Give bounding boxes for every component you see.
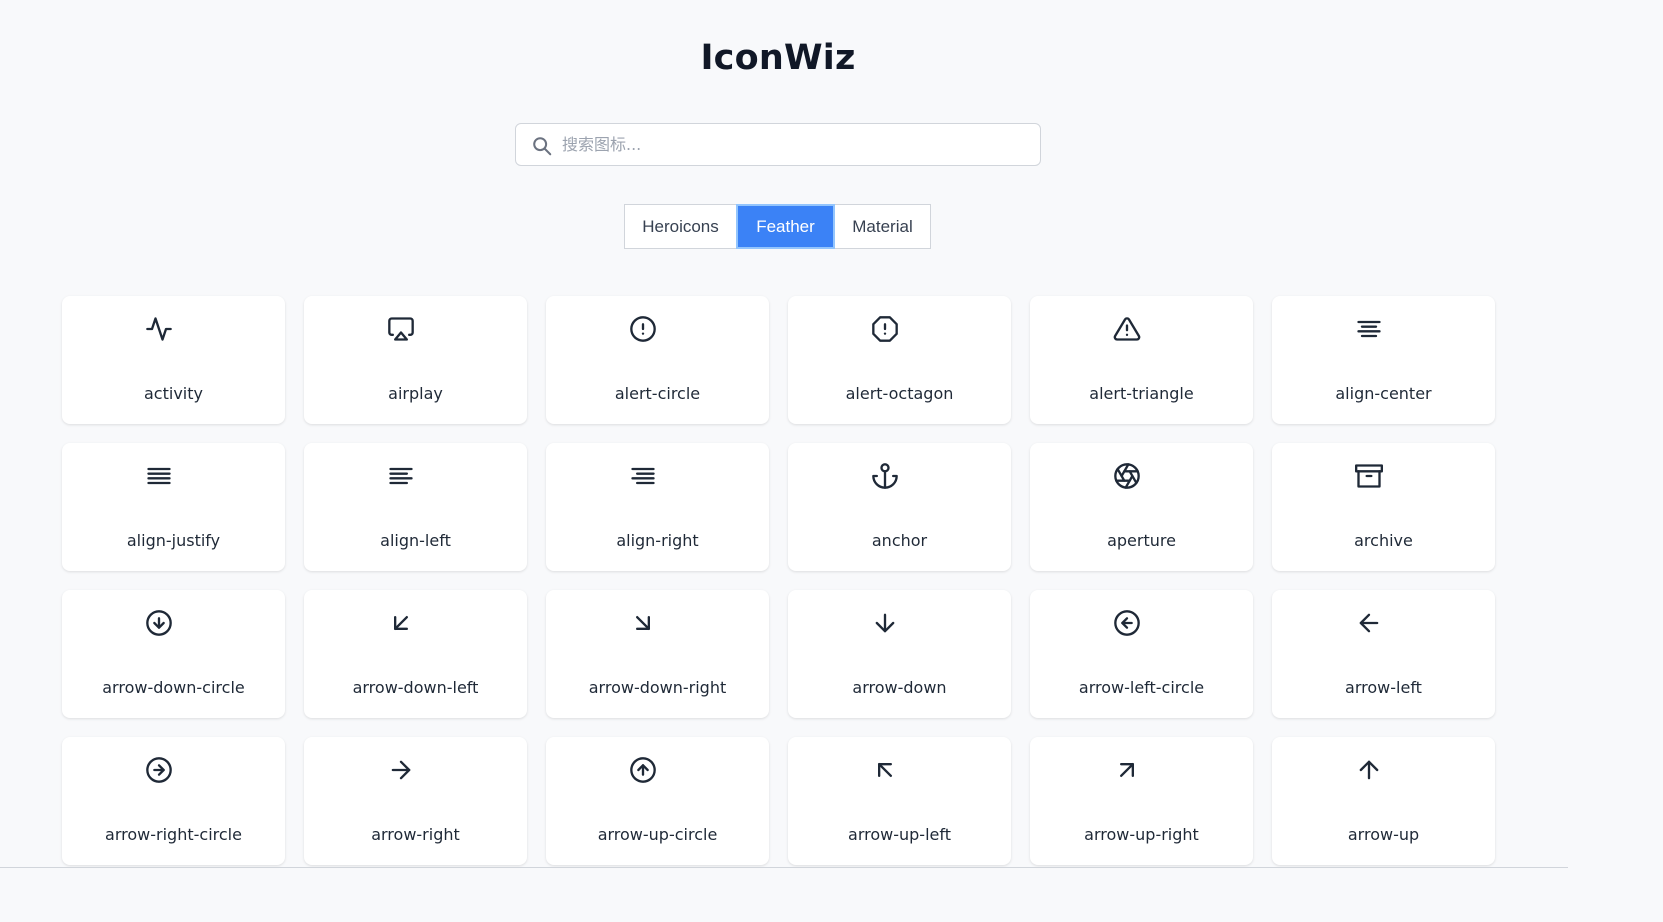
search-input[interactable]	[562, 124, 1022, 165]
icon-grid: activity airplay alert-circle alert-octa…	[62, 296, 1495, 865]
divider	[0, 867, 1568, 868]
arrow-down-circle-icon	[145, 609, 173, 637]
alert-triangle-icon	[1113, 315, 1141, 343]
tab-material[interactable]: Material	[834, 204, 931, 249]
icon-card-label: anchor	[871, 531, 928, 550]
align-center-icon	[1355, 315, 1383, 343]
icon-card-arrow-left[interactable]: arrow-left	[1272, 590, 1495, 718]
icon-card-arrow-down[interactable]: arrow-down	[788, 590, 1011, 718]
icon-card-label: arrow-down-right	[588, 678, 727, 697]
icon-card-alert-circle[interactable]: alert-circle	[546, 296, 769, 424]
icon-card-label: arrow-up	[1347, 825, 1420, 844]
icon-card-label: arrow-up-circle	[597, 825, 718, 844]
icon-card-arrow-down-right[interactable]: arrow-down-right	[546, 590, 769, 718]
icon-card-arrow-up-right[interactable]: arrow-up-right	[1030, 737, 1253, 865]
icon-card-label: arrow-up-right	[1084, 825, 1199, 844]
icon-set-tabs: Heroicons Feather Material	[624, 204, 931, 249]
icon-card-activity[interactable]: activity	[62, 296, 285, 424]
icon-card-aperture[interactable]: aperture	[1030, 443, 1253, 571]
icon-card-align-left[interactable]: align-left	[304, 443, 527, 571]
arrow-up-circle-icon	[629, 756, 657, 784]
align-right-icon	[629, 462, 657, 490]
icon-card-label: arrow-left	[1345, 678, 1422, 697]
icon-card-arrow-right[interactable]: arrow-right	[304, 737, 527, 865]
icon-card-anchor[interactable]: anchor	[788, 443, 1011, 571]
arrow-down-right-icon	[629, 609, 657, 637]
align-left-icon	[387, 462, 415, 490]
icon-card-label: aperture	[1107, 531, 1176, 550]
page-title: IconWiz	[700, 38, 856, 78]
alert-octagon-icon	[871, 315, 899, 343]
icon-card-align-right[interactable]: align-right	[546, 443, 769, 571]
icon-card-label: align-right	[616, 531, 699, 550]
icon-card-label: arrow-down-circle	[102, 678, 245, 697]
anchor-icon	[871, 462, 899, 490]
align-justify-icon	[145, 462, 173, 490]
icon-card-label: activity	[144, 384, 203, 403]
icon-card-label: alert-octagon	[845, 384, 954, 403]
arrow-down-icon	[871, 609, 899, 637]
icon-card-align-center[interactable]: align-center	[1272, 296, 1495, 424]
icon-card-label: arrow-right	[371, 825, 460, 844]
search-icon	[533, 137, 552, 156]
icon-card-label: arrow-left-circle	[1078, 678, 1205, 697]
icon-card-label: arrow-up-left	[848, 825, 951, 844]
icon-card-arrow-left-circle[interactable]: arrow-left-circle	[1030, 590, 1253, 718]
icon-card-label: align-left	[380, 531, 451, 550]
icon-card-arrow-down-left[interactable]: arrow-down-left	[304, 590, 527, 718]
icon-card-label: align-justify	[126, 531, 221, 550]
aperture-icon	[1113, 462, 1141, 490]
icon-browser-page: IconWiz Heroicons Feather Material activ…	[0, 0, 1663, 922]
tab-heroicons[interactable]: Heroicons	[624, 204, 737, 249]
icon-card-arrow-up-left[interactable]: arrow-up-left	[788, 737, 1011, 865]
arrow-up-left-icon	[871, 756, 899, 784]
icon-card-arrow-up-circle[interactable]: arrow-up-circle	[546, 737, 769, 865]
icon-card-archive[interactable]: archive	[1272, 443, 1495, 571]
airplay-icon	[387, 315, 415, 343]
icon-card-alert-octagon[interactable]: alert-octagon	[788, 296, 1011, 424]
arrow-right-circle-icon	[145, 756, 173, 784]
icon-card-label: archive	[1354, 531, 1413, 550]
arrow-up-right-icon	[1113, 756, 1141, 784]
archive-icon	[1355, 462, 1383, 490]
icon-card-label: arrow-down	[852, 678, 947, 697]
icon-card-arrow-down-circle[interactable]: arrow-down-circle	[62, 590, 285, 718]
icon-card-airplay[interactable]: airplay	[304, 296, 527, 424]
icon-card-arrow-right-circle[interactable]: arrow-right-circle	[62, 737, 285, 865]
icon-card-align-justify[interactable]: align-justify	[62, 443, 285, 571]
icon-card-label: arrow-right-circle	[105, 825, 242, 844]
icon-card-label: alert-triangle	[1089, 384, 1194, 403]
tab-feather[interactable]: Feather	[736, 204, 835, 249]
icon-card-alert-triangle[interactable]: alert-triangle	[1030, 296, 1253, 424]
arrow-down-left-icon	[387, 609, 415, 637]
search-box[interactable]	[515, 123, 1041, 166]
icon-card-label: align-center	[1335, 384, 1432, 403]
activity-icon	[145, 315, 173, 343]
icon-card-arrow-up[interactable]: arrow-up	[1272, 737, 1495, 865]
arrow-right-icon	[387, 756, 415, 784]
arrow-left-icon	[1355, 609, 1383, 637]
alert-circle-icon	[629, 315, 657, 343]
icon-card-label: alert-circle	[614, 384, 701, 403]
arrow-up-icon	[1355, 756, 1383, 784]
arrow-left-circle-icon	[1113, 609, 1141, 637]
icon-card-label: arrow-down-left	[352, 678, 479, 697]
icon-card-label: airplay	[388, 384, 443, 403]
